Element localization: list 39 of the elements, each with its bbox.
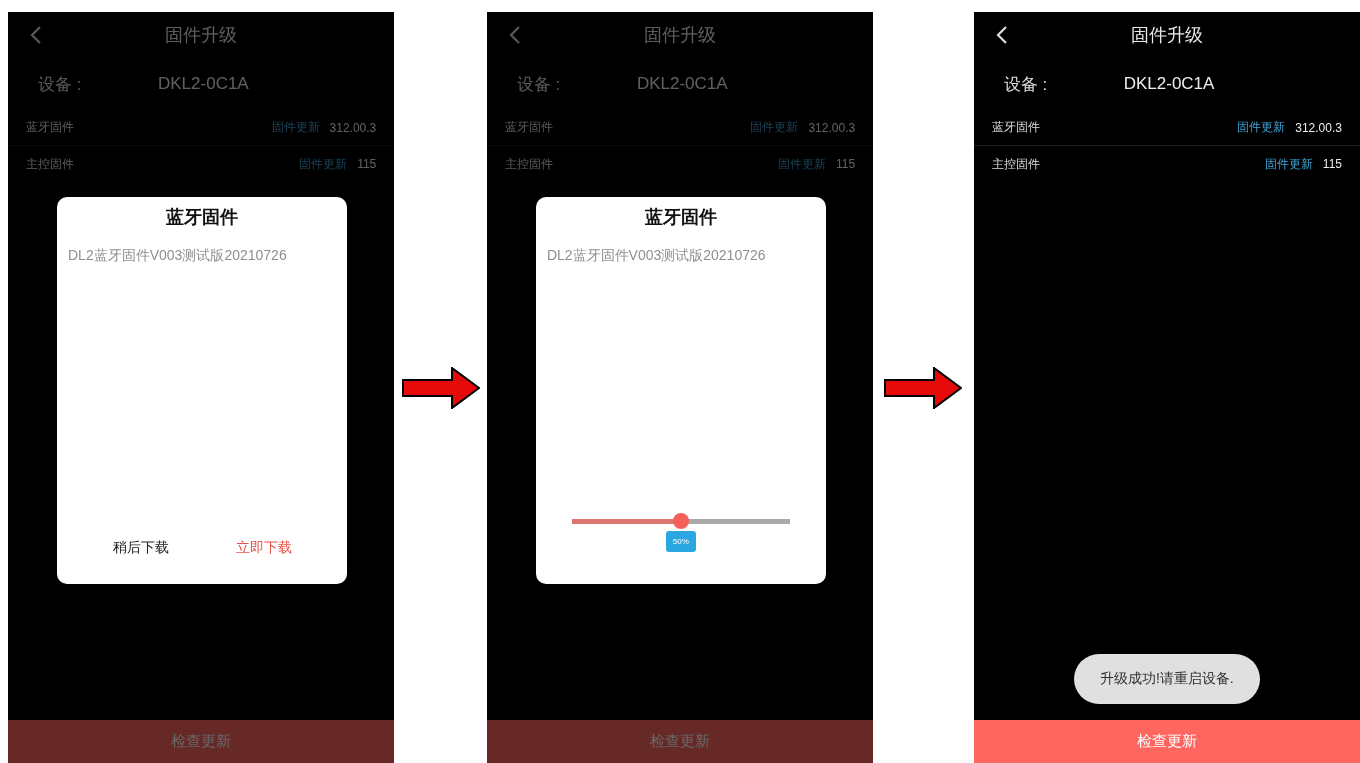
- firmware-version: 115: [357, 157, 377, 171]
- firmware-name: 蓝牙固件: [504, 119, 553, 136]
- dialog-button[interactable]: 立即下载: [231, 537, 296, 559]
- device-name: DKL2-0C1A: [158, 74, 249, 94]
- check-update-button[interactable]: 检查更新: [973, 720, 1360, 763]
- device-label: 设备 :: [1003, 73, 1049, 96]
- firmware-version: 312.00.3: [808, 120, 856, 135]
- firmware-name: 主控固件: [504, 155, 553, 173]
- device-label: 设备 :: [38, 73, 83, 96]
- firmware-version: 115: [1322, 157, 1342, 171]
- firmware-update-link[interactable]: 固件更新: [778, 155, 826, 173]
- dialog-button[interactable]: 稍后下载: [108, 537, 173, 559]
- progress-percent: 50%: [665, 531, 696, 552]
- firmware-name: 蓝牙固件: [26, 119, 74, 136]
- screen-title: 固件升级: [1130, 24, 1203, 47]
- device-name: DKL2-0C1A: [1123, 74, 1215, 94]
- dialog-title: 蓝牙固件: [166, 206, 238, 229]
- firmware-version: 312.00.3: [329, 120, 377, 135]
- firmware-update-link[interactable]: 固件更新: [1237, 119, 1286, 136]
- device-label: 设备 :: [516, 73, 562, 96]
- back-icon[interactable]: [995, 25, 1008, 45]
- firmware-name: 主控固件: [26, 155, 74, 173]
- firmware-name: 蓝牙固件: [991, 119, 1040, 136]
- firmware-update-link[interactable]: 固件更新: [750, 119, 799, 136]
- toast-message: 升级成功!请重启设备.: [1073, 654, 1260, 704]
- firmware-description: DL2蓝牙固件V003测试版20210726: [68, 247, 287, 265]
- screen-title: 固件升级: [644, 24, 716, 47]
- firmware-update-link[interactable]: 固件更新: [271, 119, 320, 136]
- arrow-icon: [401, 366, 480, 409]
- firmware-version: 115: [836, 157, 856, 171]
- firmware-name: 主控固件: [991, 155, 1040, 173]
- firmware-update-link[interactable]: 固件更新: [299, 155, 348, 173]
- screen-title: 固件升级: [165, 24, 238, 47]
- firmware-update-link[interactable]: 固件更新: [1264, 155, 1313, 173]
- dialog-title: 蓝牙固件: [644, 206, 717, 229]
- firmware-description: DL2蓝牙固件V003测试版20210726: [546, 247, 766, 265]
- firmware-version: 312.00.3: [1295, 120, 1342, 135]
- arrow-icon: [884, 366, 963, 409]
- device-name: DKL2-0C1A: [636, 74, 728, 94]
